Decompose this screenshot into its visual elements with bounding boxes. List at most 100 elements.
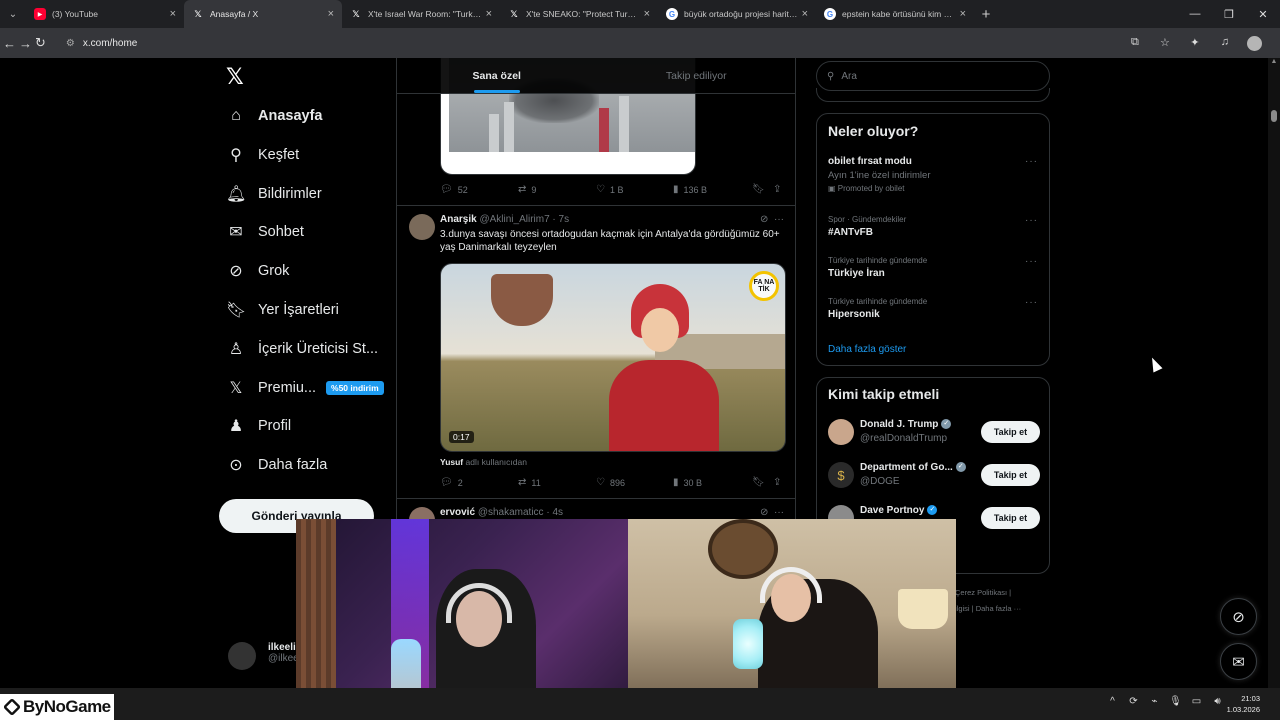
mic-icon[interactable]: 🎙︎ [1165,696,1186,707]
x-logo-icon[interactable]: 𝕏 [226,64,244,90]
grok-icon[interactable]: ⊘ [760,214,768,225]
views-button[interactable]: ▮ 30 B [673,477,702,488]
messages-float-button[interactable]: ✉ [1220,643,1257,680]
reply-button[interactable]: 💬︎ 2 [440,477,463,488]
nav-item-grok[interactable]: ⊘ Grok [226,257,289,285]
author-name[interactable]: Anarşik [440,214,477,225]
scrollbar-thumb[interactable] [1271,110,1277,122]
avatar[interactable] [409,214,435,240]
restore-icon[interactable]: ❐ [1212,0,1246,28]
share-button[interactable]: ⇪ [773,184,786,195]
follow-button[interactable]: Takip et [981,464,1040,486]
reply-button[interactable]: 💬︎ 52 [440,184,468,195]
sync-icon[interactable]: ⟳ [1123,696,1144,707]
author-name[interactable]: ervović [440,507,475,518]
more-icon[interactable]: ··· [1025,156,1038,167]
author-handle[interactable]: @Aklini_Alirim7 [479,214,549,225]
back-icon[interactable]: ← [3,31,16,55]
views-button[interactable]: ▮ 136 B [673,184,707,195]
more-icon[interactable]: ··· [1025,215,1038,226]
nav-item-bookmarks[interactable]: 🔖︎ Yer İşaretleri [226,296,339,324]
post-time[interactable]: 7s [559,214,570,225]
volume-icon[interactable]: 🔊︎ [1207,696,1228,707]
tab-close-icon[interactable]: × [170,8,176,20]
taskbar-clock[interactable]: 21:03 1.03.2026 [1227,693,1260,715]
nav-item-creator-studio[interactable]: ♙ İçerik Üreticisi St... [226,335,378,363]
nav-item-home[interactable]: ⌂ Anasayfa [226,102,322,130]
bookmark-button[interactable]: 🔖︎ [752,184,770,195]
nav-item-messages[interactable]: ✉ Sohbet [226,218,304,246]
trend-item[interactable]: Türkiye tarihinde gündemde Hipersonik ··… [828,297,1038,320]
author-handle[interactable]: @shakamaticc [478,507,544,518]
network-icon[interactable]: ⌁ [1144,696,1165,707]
repost-button[interactable]: ⇄ 9 [518,184,536,195]
post-time[interactable]: 4s [552,507,563,518]
scroll-up-icon[interactable]: ▲ [1268,58,1280,70]
follow-suggestion[interactable]: $ Department of Go... ✓ @DOGE Takip et [828,462,1040,492]
more-icon[interactable]: ··· [1025,256,1038,267]
forward-icon[interactable]: → [19,31,32,55]
page-scrollbar[interactable]: ▲ [1268,58,1280,688]
tab-close-icon[interactable]: × [960,8,966,20]
share-button[interactable]: ⇪ [773,477,786,488]
site-info-icon[interactable]: ⚙ [66,38,75,49]
extensions-icon[interactable]: ✦ [1180,36,1210,51]
minimize-icon[interactable]: — [1178,0,1212,28]
repost-button[interactable]: ⇄ 11 [518,477,541,488]
tab-close-icon[interactable]: × [644,8,650,20]
bookmark-star-icon[interactable]: ☆ [1150,36,1180,51]
browser-tab[interactable]: 𝕏 X'te Israel War Room: "Turkey a × [342,0,500,28]
follow-button[interactable]: Takip et [981,507,1040,529]
tab-search-dropdown[interactable]: ⌄ [0,0,26,28]
tab-close-icon[interactable]: × [328,8,334,20]
grok-float-button[interactable]: ⊘ [1220,598,1257,635]
display-icon[interactable]: ▭ [1186,696,1207,707]
search-input[interactable]: ⚲ Ara [816,61,1050,91]
browser-tab[interactable]: ▶ (3) YouTube × [26,0,184,28]
tab-following[interactable]: Takip ediliyor [597,58,796,93]
follow-button[interactable]: Takip et [981,421,1040,443]
more-icon[interactable]: ··· [1025,297,1038,308]
like-button[interactable]: ♡ 1 B [596,184,623,195]
nav-item-more[interactable]: ⊙ Daha fazla [226,451,327,479]
show-more-link[interactable]: Daha fazla göster [828,344,906,355]
trend-item[interactable]: Türkiye tarihinde gündemde Türkiye İran … [828,256,1038,279]
post-video[interactable]: FA NA TİK 0:17 [440,263,786,452]
profile-avatar[interactable] [1240,35,1270,51]
video-credit: Yusuf adlı kullanıcıdan [440,457,527,467]
account-switcher[interactable]: ilkeeli @ilkee [228,642,299,670]
bookmark-button[interactable]: 🔖︎ [752,477,770,488]
nav-item-explore[interactable]: ⚲ Keşfet [226,141,299,169]
tab-for-you[interactable]: Sana özel [397,58,597,93]
browser-tab[interactable]: G büyük ortadoğu projesi haritası × [658,0,816,28]
nav-item-notifications[interactable]: 🔔︎ Bildirimler [226,180,322,208]
install-app-icon[interactable]: ⧉ [1120,36,1150,51]
more-icon[interactable]: ··· [774,214,784,225]
url-field[interactable]: ⚙ x.com/home [60,32,1120,54]
trends-panel: Neler oluyor? obilet fırsat modu Ayın 1'… [816,113,1050,366]
chevron-up-icon[interactable]: ^ [1102,696,1123,707]
credit-name[interactable]: Yusuf [440,457,463,467]
nav-item-profile[interactable]: ♟ Profil [226,412,291,440]
grok-icon[interactable]: ⊘ [760,507,768,518]
reload-icon[interactable]: ↻ [35,31,46,55]
trend-item[interactable]: Spor · Gündemdekiler #ANTvFB ··· [828,215,1038,238]
footer-links[interactable]: Çerez Politikası | [955,588,1011,597]
tab-close-icon[interactable]: × [802,8,808,20]
trend-item[interactable]: obilet fırsat modu Ayın 1'ine özel indir… [828,156,1038,193]
footer-links[interactable]: ilgisi | Daha fazla ··· [955,604,1021,613]
follow-suggestion[interactable]: Donald J. Trump ✓ @realDonaldTrump Takip … [828,419,1040,449]
media-controls-icon[interactable]: ♫ [1210,36,1240,51]
close-window-icon[interactable]: ✕ [1246,0,1280,28]
verified-icon: ✓ [941,419,952,430]
tab-close-icon[interactable]: × [486,8,492,20]
more-icon[interactable]: ··· [774,507,784,518]
browser-menu-icon[interactable]: ⋮ [1270,36,1280,51]
nav-item-premium[interactable]: 𝕏 Premiu... %50 indirim [226,374,384,402]
new-tab-button[interactable]: + [974,0,998,28]
bookmark-icon: 🔖︎ [752,477,765,488]
like-button[interactable]: ♡ 896 [596,477,625,488]
browser-tab[interactable]: 𝕏 X'te SNEAKO: "Protect Turkey a × [500,0,658,28]
browser-tab[interactable]: G epstein kabe örtüsünü kim satı × [816,0,974,28]
browser-tab-active[interactable]: 𝕏 Anasayfa / X × [184,0,342,28]
